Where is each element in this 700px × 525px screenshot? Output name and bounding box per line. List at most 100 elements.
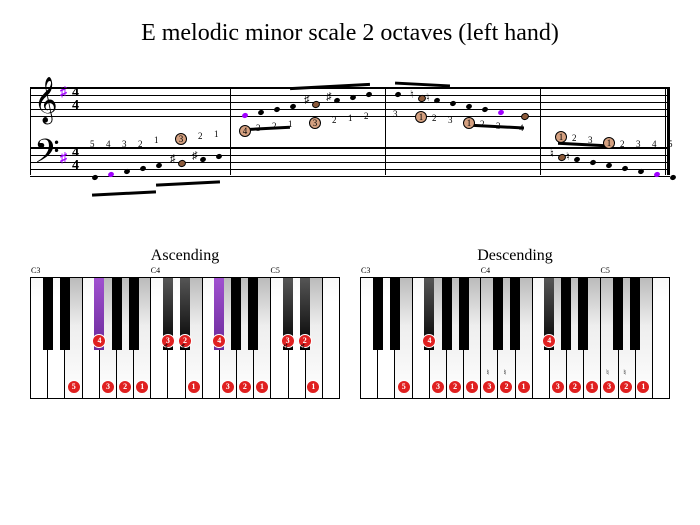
fingering: 3 bbox=[393, 109, 398, 119]
black-key bbox=[231, 278, 241, 350]
sharp-icon: ♯ bbox=[304, 94, 310, 106]
fingering: 2 bbox=[198, 131, 203, 141]
fingering: 1 bbox=[288, 119, 293, 129]
fingering: 2 bbox=[364, 111, 369, 121]
fingering: 2 bbox=[572, 133, 577, 143]
sharp-icon: ♯ bbox=[170, 153, 176, 165]
white-key bbox=[653, 278, 669, 398]
accidental-mark: ♮ bbox=[606, 368, 609, 377]
fingering: 3 bbox=[588, 135, 593, 145]
black-key bbox=[60, 278, 70, 350]
natural-icon: ♮ bbox=[550, 147, 554, 160]
fingering-circled: 1 bbox=[463, 117, 475, 129]
fingering: 2 bbox=[138, 139, 143, 149]
black-key bbox=[613, 278, 623, 350]
black-key bbox=[459, 278, 469, 350]
fingering: 2 bbox=[620, 139, 625, 149]
fingering: 2 bbox=[272, 121, 277, 131]
key-signature-bass: ♯ bbox=[60, 151, 67, 167]
black-key bbox=[390, 278, 400, 350]
sharp-icon: ♯ bbox=[326, 91, 332, 103]
fingering: 3 bbox=[636, 139, 641, 149]
black-key bbox=[493, 278, 503, 350]
accidental-mark: ♯ bbox=[301, 342, 305, 351]
descending-keyboard: C354321C43♮2♮14321C53♮2♮1 bbox=[360, 277, 670, 399]
fingering: 5 bbox=[668, 139, 673, 149]
ascending-keyboard-section: Ascending C354321C43♯2♯14321C53♯2♯1 bbox=[30, 247, 340, 399]
fingering: 3 bbox=[256, 123, 261, 133]
fingering: 2 bbox=[432, 113, 437, 123]
finger-badge: 2 bbox=[118, 380, 132, 394]
descending-label: Descending bbox=[360, 247, 670, 265]
time-signature-bass: 44 bbox=[72, 147, 79, 172]
fingering: 1 bbox=[154, 135, 159, 145]
finger-badge: 1 bbox=[255, 380, 269, 394]
finger-badge: 3 bbox=[101, 380, 115, 394]
fingering: 2 bbox=[480, 119, 485, 129]
octave-label: C4 bbox=[481, 266, 490, 275]
black-key bbox=[248, 278, 258, 350]
descending-keyboard-section: Descending C354321C43♮2♮14321C53♮2♮1 bbox=[360, 247, 670, 399]
ascending-keyboard: C354321C43♯2♯14321C53♯2♯1 bbox=[30, 277, 340, 399]
octave-label: C3 bbox=[31, 266, 40, 275]
finger-badge: 1 bbox=[187, 380, 201, 394]
fingering: 1 bbox=[348, 113, 353, 123]
finger-badge: 3 bbox=[602, 380, 616, 394]
finger-badge: 3 bbox=[551, 380, 565, 394]
finger-badge: 3 bbox=[221, 380, 235, 394]
black-key bbox=[373, 278, 383, 350]
black-key bbox=[578, 278, 588, 350]
natural-icon: ♮ bbox=[426, 91, 430, 104]
accidental-mark: ♯ bbox=[181, 342, 185, 351]
finger-badge: 2 bbox=[448, 380, 462, 394]
finger-badge: 5 bbox=[67, 380, 81, 394]
fingering: 3 bbox=[122, 139, 127, 149]
finger-badge: 1 bbox=[517, 380, 531, 394]
fingering: 5 bbox=[90, 139, 95, 149]
fingering: 2 bbox=[332, 115, 337, 125]
white-key bbox=[323, 278, 339, 398]
octave-label: C5 bbox=[271, 266, 280, 275]
keyboard-diagrams: Ascending C354321C43♯2♯14321C53♯2♯1 Desc… bbox=[30, 247, 670, 399]
finger-badge: 5 bbox=[397, 380, 411, 394]
octave-label: C5 bbox=[601, 266, 610, 275]
fingering: 3 bbox=[496, 121, 501, 131]
accidental-mark: ♮ bbox=[503, 368, 506, 377]
time-signature-treble: 44 bbox=[72, 87, 79, 112]
black-key bbox=[630, 278, 640, 350]
finger-badge: 2 bbox=[238, 380, 252, 394]
black-key bbox=[442, 278, 452, 350]
fingering: 1 bbox=[214, 129, 219, 139]
accidental-mark: ♮ bbox=[486, 368, 489, 377]
fingering: 3 bbox=[448, 115, 453, 125]
fingering-circled: 1 bbox=[603, 137, 615, 149]
natural-icon: ♮ bbox=[410, 88, 414, 101]
page-title: E melodic minor scale 2 octaves (left ha… bbox=[30, 20, 670, 47]
fingering-circled: 1 bbox=[415, 111, 427, 123]
black-key bbox=[43, 278, 53, 350]
sharp-icon: ♯ bbox=[192, 150, 198, 162]
bass-clef-icon: 𝄢 bbox=[34, 136, 60, 176]
fingering-circled: 1 bbox=[555, 131, 567, 143]
black-key bbox=[561, 278, 571, 350]
key-signature: ♯ bbox=[60, 85, 67, 101]
fingering: 4 bbox=[652, 139, 657, 149]
accidental-mark: ♯ bbox=[284, 342, 288, 351]
black-key bbox=[129, 278, 139, 350]
octave-label: C4 bbox=[151, 266, 160, 275]
fingering: 4 bbox=[106, 139, 111, 149]
black-key bbox=[510, 278, 520, 350]
fingering: 4 bbox=[519, 123, 524, 133]
finger-badge: 3 bbox=[431, 380, 445, 394]
fingering-circled: 4 bbox=[239, 125, 251, 137]
finger-badge: 1 bbox=[585, 380, 599, 394]
finger-badge: 2 bbox=[568, 380, 582, 394]
octave-label: C3 bbox=[361, 266, 370, 275]
ascending-label: Ascending bbox=[30, 247, 340, 265]
fingering-circled: 3 bbox=[309, 117, 321, 129]
accidental-mark: ♯ bbox=[164, 342, 168, 351]
fingering-circled: 3 bbox=[175, 133, 187, 145]
music-score: 𝄞 ♯ 44 𝄢 ♯ 44 ♯ ♯ 5 4 3 2 1 3 2 1 bbox=[30, 77, 670, 207]
accidental-mark: ♮ bbox=[623, 368, 626, 377]
black-key bbox=[112, 278, 122, 350]
